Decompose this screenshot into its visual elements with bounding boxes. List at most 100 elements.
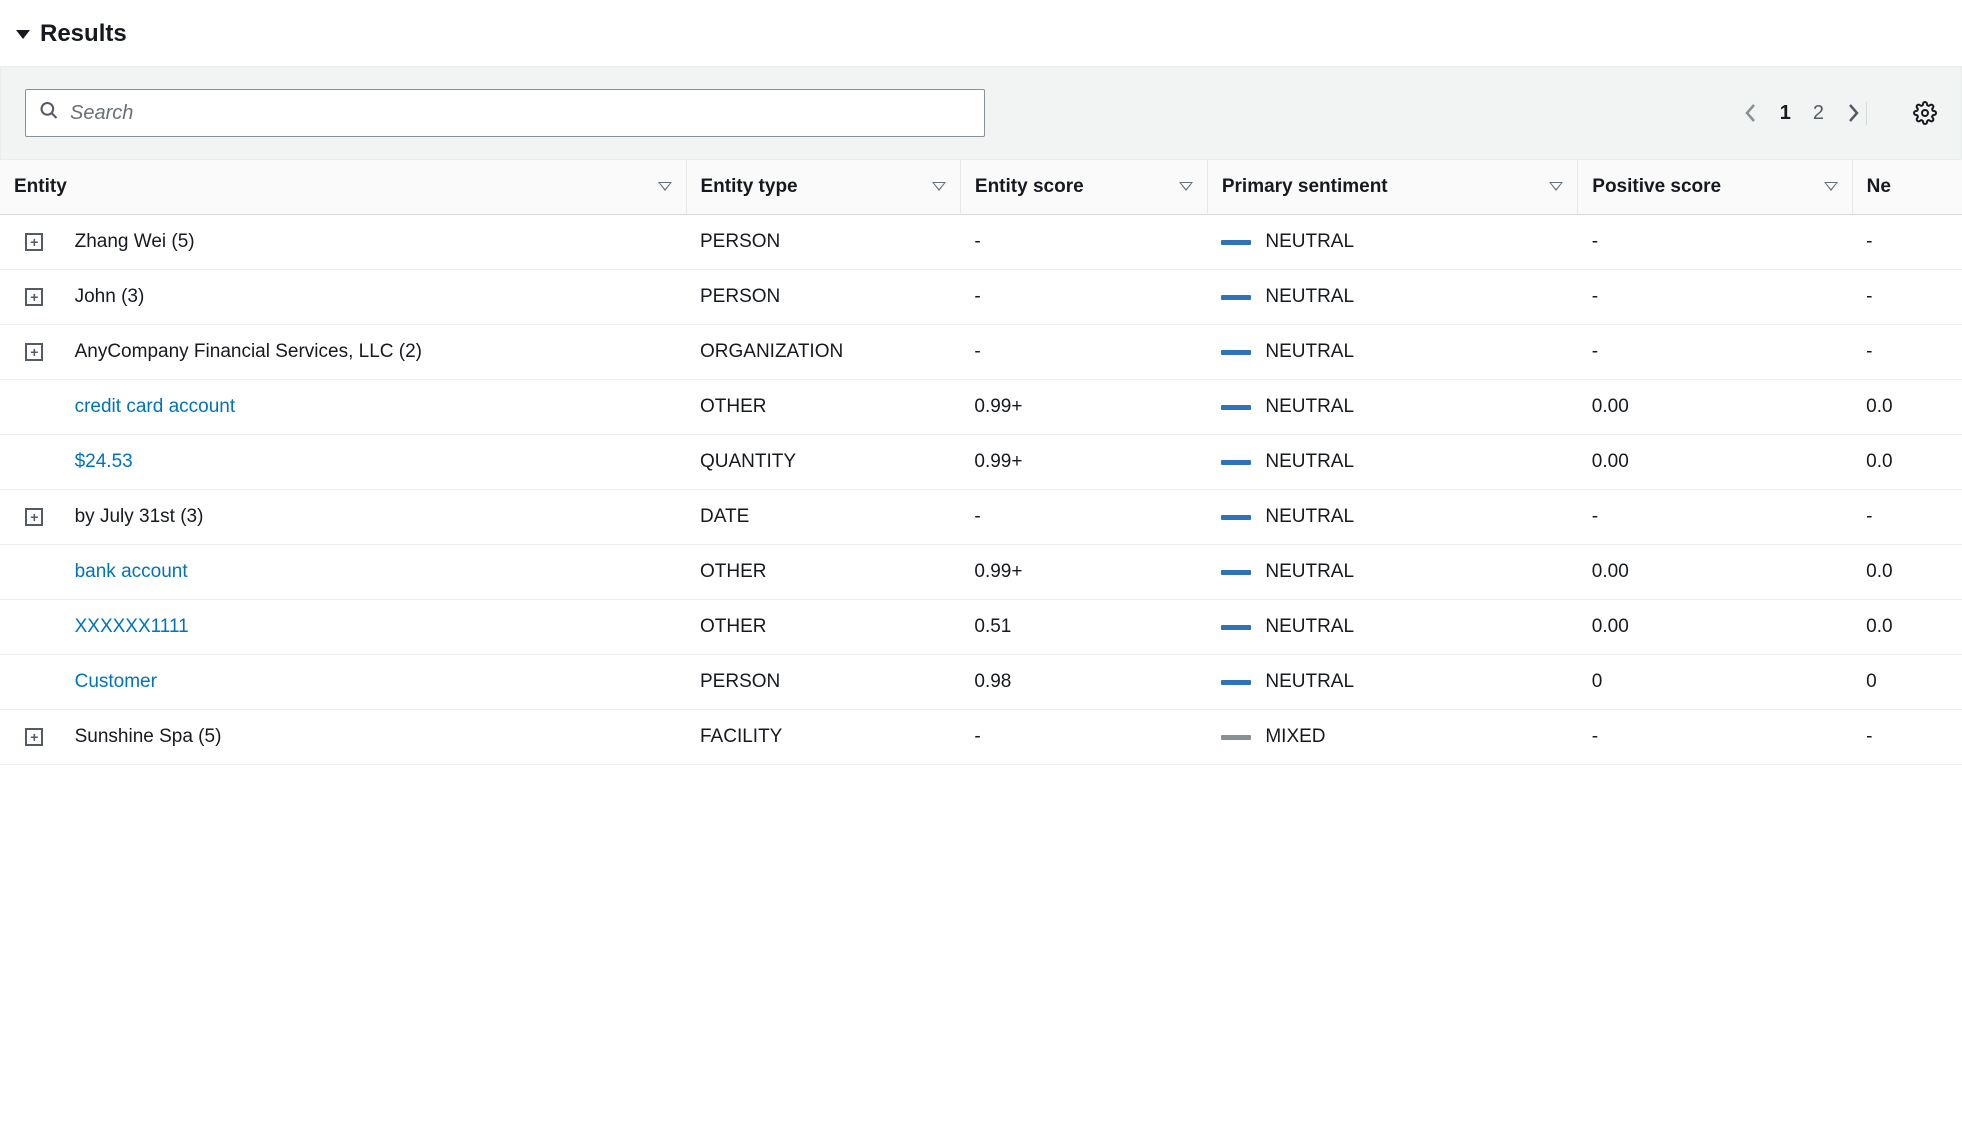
entity-link[interactable]: credit card account: [75, 396, 236, 417]
filter-icon[interactable]: [1824, 183, 1838, 192]
entity-score-cell: 0.99+: [960, 380, 1207, 435]
sentiment-bar-icon: [1221, 405, 1251, 410]
col-negative-score[interactable]: Ne: [1852, 160, 1962, 215]
expand-icon[interactable]: +: [25, 233, 43, 251]
table-row: +Sunshine Spa (5)FACILITY-MIXED--: [0, 710, 1962, 765]
entity-score-cell: 0.99+: [960, 545, 1207, 600]
positive-score-cell: 0.00: [1578, 545, 1852, 600]
table-row: credit card accountOTHER0.99+NEUTRAL0.00…: [0, 380, 1962, 435]
col-primary-sentiment[interactable]: Primary sentiment: [1207, 160, 1577, 215]
search-icon: [39, 101, 59, 126]
page-2[interactable]: 2: [1813, 102, 1824, 125]
entity-score-cell: -: [960, 215, 1207, 270]
sentiment-cell: NEUTRAL: [1207, 490, 1577, 545]
col-negative-label: Ne: [1867, 176, 1891, 198]
toolbar: 1 2: [0, 66, 1962, 160]
expand-cell: +: [0, 710, 69, 765]
expand-cell: +: [0, 490, 69, 545]
table-row: +Zhang Wei (5)PERSON-NEUTRAL--: [0, 215, 1962, 270]
entity-text: Zhang Wei (5): [75, 231, 195, 252]
sentiment-label: NEUTRAL: [1265, 451, 1354, 473]
next-page-icon[interactable]: [1846, 102, 1860, 124]
entity-cell: Customer: [69, 655, 686, 710]
positive-score-cell: -: [1578, 270, 1852, 325]
expand-cell: [0, 380, 69, 435]
entity-cell: Zhang Wei (5): [69, 215, 686, 270]
expand-icon[interactable]: +: [25, 343, 43, 361]
sentiment-cell: MIXED: [1207, 710, 1577, 765]
positive-score-cell: 0.00: [1578, 600, 1852, 655]
negative-score-cell: 0: [1852, 655, 1962, 710]
expand-icon[interactable]: +: [25, 508, 43, 526]
col-type-label: Entity type: [701, 176, 798, 198]
results-panel: Results 1 2: [0, 10, 1962, 765]
entity-cell: by July 31st (3): [69, 490, 686, 545]
pager: 1 2: [1744, 102, 1867, 125]
filter-icon[interactable]: [1549, 183, 1563, 192]
entity-link[interactable]: XXXXXX1111: [75, 616, 189, 637]
entity-score-cell: -: [960, 325, 1207, 380]
entity-score-cell: -: [960, 490, 1207, 545]
sentiment-label: NEUTRAL: [1265, 341, 1354, 363]
col-entity-label: Entity: [14, 176, 67, 198]
sentiment-label: MIXED: [1265, 726, 1325, 748]
entity-cell: John (3): [69, 270, 686, 325]
entity-cell: credit card account: [69, 380, 686, 435]
negative-score-cell: -: [1852, 215, 1962, 270]
col-score-label: Entity score: [975, 176, 1084, 198]
prev-page-icon[interactable]: [1744, 102, 1758, 124]
positive-score-cell: -: [1578, 325, 1852, 380]
sentiment-bar-icon: [1221, 295, 1251, 300]
entity-link[interactable]: Customer: [75, 671, 157, 692]
expand-icon[interactable]: +: [25, 728, 43, 746]
filter-icon[interactable]: [932, 183, 946, 192]
filter-icon[interactable]: [1179, 183, 1193, 192]
table-row: +by July 31st (3)DATE-NEUTRAL--: [0, 490, 1962, 545]
entity-type-cell: OTHER: [686, 380, 960, 435]
sentiment-cell: NEUTRAL: [1207, 655, 1577, 710]
entity-type-cell: PERSON: [686, 270, 960, 325]
entity-score-cell: -: [960, 710, 1207, 765]
negative-score-cell: 0.0: [1852, 545, 1962, 600]
expand-cell: +: [0, 325, 69, 380]
col-entity-type[interactable]: Entity type: [686, 160, 960, 215]
entity-text: by July 31st (3): [75, 506, 204, 527]
sentiment-bar-icon: [1221, 735, 1251, 740]
entity-cell: bank account: [69, 545, 686, 600]
col-entity-score[interactable]: Entity score: [960, 160, 1207, 215]
sentiment-cell: NEUTRAL: [1207, 380, 1577, 435]
collapse-caret-icon[interactable]: [16, 30, 30, 39]
sentiment-cell: NEUTRAL: [1207, 215, 1577, 270]
table-row: +AnyCompany Financial Services, LLC (2)O…: [0, 325, 1962, 380]
entity-type-cell: PERSON: [686, 215, 960, 270]
expand-icon[interactable]: +: [25, 288, 43, 306]
negative-score-cell: 0.0: [1852, 380, 1962, 435]
negative-score-cell: -: [1852, 270, 1962, 325]
page-1[interactable]: 1: [1780, 102, 1791, 125]
search-input[interactable]: [25, 89, 985, 137]
entity-cell: AnyCompany Financial Services, LLC (2): [69, 325, 686, 380]
table-row: CustomerPERSON0.98NEUTRAL00: [0, 655, 1962, 710]
sentiment-bar-icon: [1221, 240, 1251, 245]
search-wrap: [25, 89, 985, 137]
positive-score-cell: -: [1578, 710, 1852, 765]
sentiment-label: NEUTRAL: [1265, 286, 1354, 308]
sentiment-cell: NEUTRAL: [1207, 600, 1577, 655]
entity-type-cell: FACILITY: [686, 710, 960, 765]
entity-link[interactable]: $24.53: [75, 451, 133, 472]
table-header-row: Entity Entity type Entity score Primary …: [0, 160, 1962, 215]
entity-link[interactable]: bank account: [75, 561, 188, 582]
col-positive-score[interactable]: Positive score: [1578, 160, 1852, 215]
entity-score-cell: 0.99+: [960, 435, 1207, 490]
negative-score-cell: -: [1852, 710, 1962, 765]
col-entity[interactable]: Entity: [0, 160, 686, 215]
settings-gear-icon[interactable]: [1913, 101, 1937, 125]
sentiment-cell: NEUTRAL: [1207, 325, 1577, 380]
entity-type-cell: PERSON: [686, 655, 960, 710]
positive-score-cell: -: [1578, 490, 1852, 545]
entity-score-cell: 0.98: [960, 655, 1207, 710]
table-row: +John (3)PERSON-NEUTRAL--: [0, 270, 1962, 325]
sentiment-cell: NEUTRAL: [1207, 545, 1577, 600]
expand-cell: [0, 655, 69, 710]
filter-icon[interactable]: [658, 183, 672, 192]
